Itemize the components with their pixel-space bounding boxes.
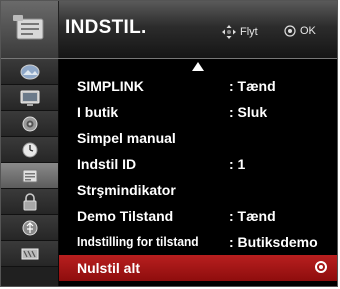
scroll-up-arrow-icon[interactable]	[192, 62, 204, 71]
setup-menu-panel: INDSTIL. Flyt OK SIMPLINK: Tænd I butik…	[0, 0, 338, 287]
menu-item-value: : Sluk	[229, 104, 268, 120]
menu-item-stroemindikator[interactable]: Strşmindikator	[59, 177, 337, 203]
menu-item-label: Strşmindikator	[77, 182, 176, 198]
move-hint-label: Flyt	[240, 26, 258, 38]
ok-button-icon	[284, 25, 296, 37]
category-sidebar	[1, 59, 58, 286]
menu-item-value: : Tænd	[229, 208, 276, 224]
setup-icon[interactable]	[1, 163, 58, 189]
menu-item-label: Simpel manual	[77, 130, 176, 146]
menu-item-simpel-manual[interactable]: Simpel manual	[59, 125, 337, 151]
menu-item-label: Demo Tilstand	[77, 208, 174, 224]
move-hint: Flyt	[222, 25, 258, 39]
menu-header: INDSTIL. Flyt OK	[1, 1, 337, 59]
menu-item-value: : Tænd	[229, 78, 276, 94]
menu-item-label: Indstil ID	[77, 156, 137, 172]
menu-item-simplink[interactable]: SIMPLINK : Tænd	[59, 73, 337, 99]
menu-item-label: Indstilling for tilstand	[77, 234, 199, 249]
menu-item-indstil-id[interactable]: Indstil ID : 1	[59, 151, 337, 177]
ok-hint-label: OK	[300, 25, 316, 37]
picture-icon[interactable]	[1, 59, 58, 85]
navigate-arrows-icon	[222, 25, 236, 39]
page-title: INDSTIL.	[65, 17, 147, 38]
menu-item-indstilling-for-tilstand[interactable]: Indstilling for tilstand : Butiksdemo	[59, 229, 337, 255]
menu-item-nulstil-alt[interactable]: Nulstil alt	[59, 255, 337, 281]
ok-select-icon	[315, 261, 327, 273]
menu-item-value: : Butiksdemo	[229, 234, 318, 250]
usb-icon[interactable]	[1, 215, 58, 241]
setup-options-list: SIMPLINK : Tænd I butik : Sluk Simpel ma…	[59, 59, 337, 286]
lock-icon[interactable]	[1, 189, 58, 215]
menu-item-value: : 1	[229, 156, 246, 172]
input-icon[interactable]	[1, 241, 58, 267]
menu-item-label: Nulstil alt	[77, 260, 141, 276]
ok-hint: OK	[284, 25, 316, 37]
menu-item-i-butik[interactable]: I butik : Sluk	[59, 99, 337, 125]
tv-icon[interactable]	[1, 85, 58, 111]
audio-icon[interactable]	[1, 111, 58, 137]
time-icon[interactable]	[1, 137, 58, 163]
menu-item-demo-tilstand[interactable]: Demo Tilstand : Tænd	[59, 203, 337, 229]
setup-icon	[1, 1, 59, 58]
menu-item-label: I butik	[77, 104, 119, 120]
menu-item-label: SIMPLINK	[77, 78, 144, 94]
